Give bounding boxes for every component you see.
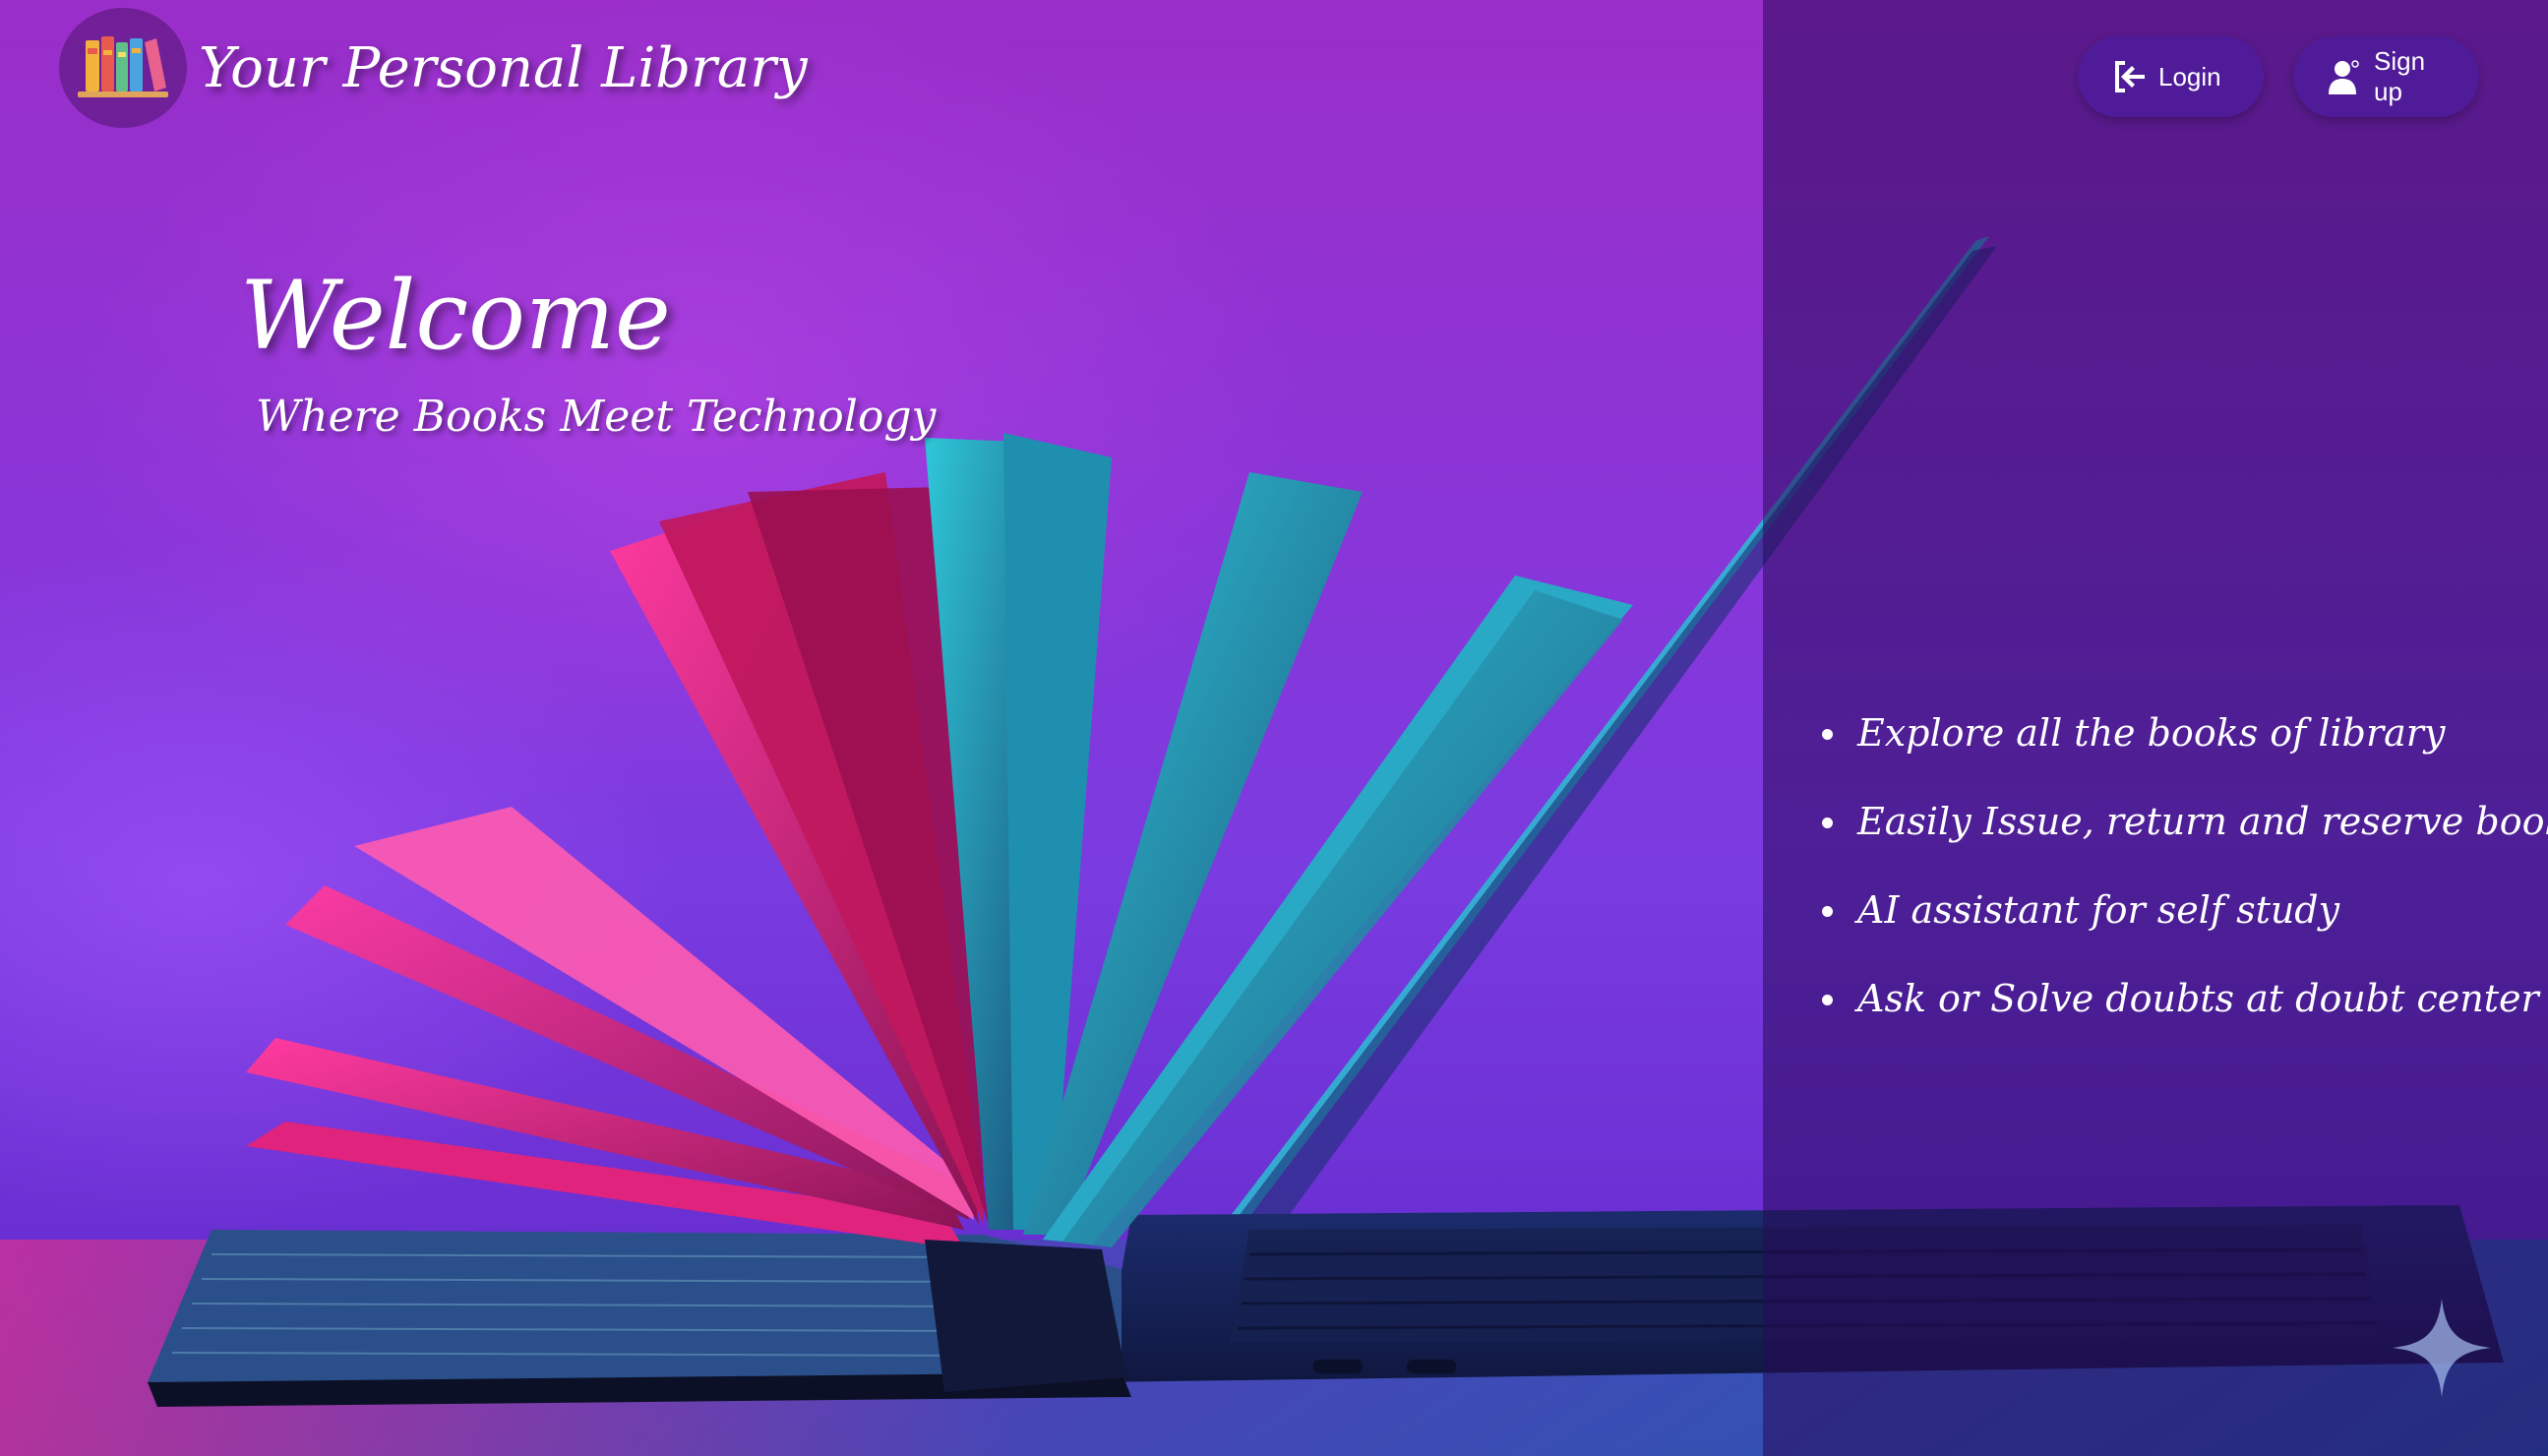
bookshelf-icon [59,8,187,128]
welcome-heading: Welcome [240,261,671,371]
list-item: Explore all the books of library [1822,698,2548,787]
login-arrow-icon [2109,57,2149,96]
bullet-icon [1822,818,1833,828]
signup-button[interactable]: Sign up [2293,36,2479,117]
list-item: Ask or Solve doubts at doubt center [1822,964,2548,1053]
brand[interactable]: Your Personal Library [59,8,808,128]
bullet-icon [1822,906,1833,917]
feature-text: Ask or Solve doubts at doubt center [1857,977,2539,1020]
login-label: Login [2158,61,2221,91]
feature-text: AI assistant for self study [1857,888,2340,932]
features-list: Explore all the books of library Easily … [1822,698,2548,1053]
user-add-icon [2325,57,2364,96]
bullet-icon [1822,729,1833,740]
sparkle-icon [2393,1299,2491,1397]
feature-text: Explore all the books of library [1857,711,2446,755]
login-button[interactable]: Login [2078,36,2264,117]
tagline: Where Books Meet Technology [256,392,937,442]
bullet-icon [1822,995,1833,1005]
list-item: AI assistant for self study [1822,876,2548,964]
top-nav: Login Sign up [2078,36,2479,117]
site-title: Your Personal Library [199,35,808,100]
list-item: Easily Issue, return and reserve books. [1822,787,2548,876]
signup-label: Sign up [2374,46,2426,106]
feature-text: Easily Issue, return and reserve books. [1857,800,2548,843]
